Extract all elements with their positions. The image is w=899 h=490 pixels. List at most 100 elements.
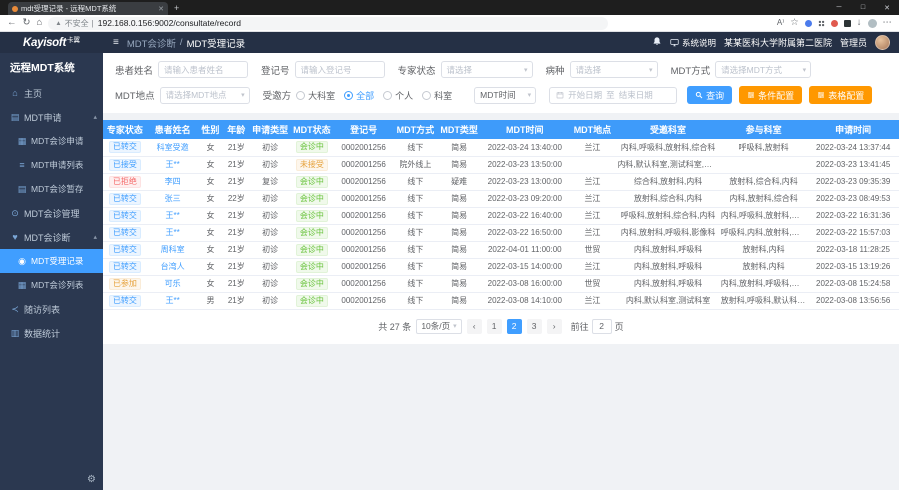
date-range-picker[interactable]: 开始日期 至 结束日期: [549, 87, 677, 104]
cell-invited-depts: 内科,放射科,呼吸科: [616, 241, 719, 258]
downloads-icon[interactable]: ↓: [857, 18, 862, 28]
search-button[interactable]: 查询: [687, 86, 732, 104]
browser-titlebar: mdt受理记录 - 远程MDT系统 ✕ + ─ □ ✕: [0, 0, 899, 15]
extension-icon[interactable]: [844, 20, 851, 27]
main-content: 患者姓名 登记号 专家状态 请选择 ▾: [103, 53, 899, 490]
radio-option[interactable]: 科室: [422, 89, 452, 102]
window-maximize-button[interactable]: □: [851, 0, 875, 15]
sidebar-item[interactable]: ▦MDT会诊列表: [0, 273, 103, 297]
extension-icon[interactable]: [831, 20, 838, 27]
table-row[interactable]: 已转交张三女22岁初诊会诊中0002001256线下简易2022-03-23 0…: [103, 190, 899, 207]
cell-mdt-time: 2022-03-15 14:00:00: [481, 258, 569, 275]
table-row[interactable]: 已转交台湾人女21岁初诊会诊中0002001256线下简易2022-03-15 …: [103, 258, 899, 275]
breadcrumb-parent: MDT会诊断: [127, 36, 176, 50]
radio-option[interactable]: 个人: [383, 89, 413, 102]
sidebar-item[interactable]: ▦MDT会诊申请: [0, 129, 103, 153]
radio-option[interactable]: 全部: [344, 89, 374, 102]
patient-name-link[interactable]: 王**: [166, 211, 180, 220]
condition-config-button[interactable]: 条件配置: [739, 86, 802, 104]
cell-reg-no: 0002001256: [334, 275, 394, 292]
patient-name-link[interactable]: 王**: [166, 296, 180, 305]
table-row[interactable]: 已转交王**女21岁初诊会诊中0002001256线下简易2022-03-22 …: [103, 207, 899, 224]
patient-name-link[interactable]: 台湾人: [161, 262, 185, 271]
patient-name-link[interactable]: 李四: [165, 177, 181, 186]
cell-mdt-mode: 线下: [393, 190, 437, 207]
patient-name-link[interactable]: 周科室: [161, 245, 185, 254]
new-tab-button[interactable]: +: [174, 2, 179, 15]
table-config-button[interactable]: 表格配置: [809, 86, 872, 104]
patient-name-link[interactable]: 张三: [165, 194, 181, 203]
extension-grid-icon[interactable]: [818, 20, 825, 27]
sidebar-fold-icon[interactable]: ≡: [113, 37, 119, 48]
browser-profile-avatar[interactable]: [868, 19, 877, 28]
page-button-2[interactable]: 2: [507, 319, 522, 334]
table-row[interactable]: 已接受王**女21岁初诊未接受0002001256院外线上简易2022-03-2…: [103, 156, 899, 173]
pagination-total: 共 27 条: [378, 320, 411, 333]
table-row[interactable]: 已转交王**女21岁初诊会诊中0002001256线下简易2022-03-22 …: [103, 224, 899, 241]
browser-tab[interactable]: mdt受理记录 - 远程MDT系统 ✕: [8, 2, 168, 15]
patient-name-link[interactable]: 王**: [166, 228, 180, 237]
sidebar-item[interactable]: ◉MDT受理记录: [0, 249, 103, 273]
read-aloud-icon[interactable]: A⁾: [777, 19, 784, 27]
cell-expert-status: 已转交: [103, 241, 147, 258]
table-row[interactable]: 已转交周科室女21岁初诊会诊中0002001256线下简易2022-04-01 …: [103, 241, 899, 258]
table-row[interactable]: 已拒绝李四女21岁复诊会诊中0002001256线下疑难2022-03-23 1…: [103, 173, 899, 190]
page-button-1[interactable]: 1: [487, 319, 502, 334]
sidebar-item[interactable]: ▥数据统计: [0, 321, 103, 345]
sidebar-item[interactable]: ≺随访列表: [0, 297, 103, 321]
mdt-mode-select[interactable]: 请选择MDT方式 ▾: [715, 61, 811, 78]
cell-invited-depts: 内科,默认科室,测试科室: [616, 292, 719, 309]
radio-option[interactable]: 大科室: [296, 89, 335, 102]
browser-home-icon[interactable]: ⌂: [36, 18, 42, 28]
extension-icon[interactable]: [805, 20, 812, 27]
refresh-icon[interactable]: ↻: [23, 18, 31, 28]
window-close-button[interactable]: ✕: [875, 0, 899, 15]
page-button-3[interactable]: 3: [527, 319, 542, 334]
patient-name-link[interactable]: 可乐: [165, 279, 181, 288]
back-icon[interactable]: ←: [7, 18, 17, 28]
sidebar-item[interactable]: ⌂主页: [0, 81, 103, 105]
column-header: MDT时间: [481, 120, 569, 139]
cell-invited-depts: 内科,放射科,呼吸科: [616, 275, 719, 292]
system-help-link[interactable]: 系统说明: [670, 37, 716, 49]
invited-party-options: 大科室全部个人科室: [296, 89, 461, 102]
table-row[interactable]: 已转交王**男21岁初诊会诊中0002001256线下简易2022-03-08 …: [103, 292, 899, 309]
mdt-place-select[interactable]: 请选择MDT地点 ▾: [160, 87, 250, 104]
table-row[interactable]: 已参加可乐女21岁初诊会诊中0002001256线下简易2022-03-08 1…: [103, 275, 899, 292]
column-header: 申请时间: [807, 120, 899, 139]
time-field-select[interactable]: MDT时间 ▾: [474, 87, 536, 104]
patient-name-link[interactable]: 王**: [166, 160, 180, 169]
expert-status-select[interactable]: 请选择 ▾: [441, 61, 533, 78]
column-header: MDT方式: [393, 120, 437, 139]
settings-gear-icon[interactable]: ⚙: [87, 474, 96, 485]
cell-apply-time: 2022-03-08 13:56:56: [807, 292, 899, 309]
user-avatar[interactable]: [875, 35, 890, 50]
patient-name-link[interactable]: 科室受邀: [157, 143, 189, 152]
sidebar-item[interactable]: ⊙MDT会诊管理: [0, 201, 103, 225]
tab-close-icon[interactable]: ✕: [158, 5, 164, 13]
table-row[interactable]: 已转交科室受邀女21岁初诊会诊中0002001256线下简易2022-03-24…: [103, 139, 899, 156]
cell-invited-depts: 内科,呼吸科,放射科,综合科: [616, 139, 719, 156]
url-bar[interactable]: ▲ 不安全 | 192.168.0.156:9002/consultate/re…: [48, 17, 608, 30]
pagination-goto: 前往 页: [571, 319, 624, 334]
sidebar-item[interactable]: ≡MDT申请列表: [0, 153, 103, 177]
goto-page-input[interactable]: [592, 319, 612, 334]
disease-select[interactable]: 请选择 ▾: [570, 61, 658, 78]
patient-name-input[interactable]: [158, 61, 248, 78]
browser-menu-icon[interactable]: ⋯: [883, 18, 893, 28]
sidebar-item[interactable]: ♥MDT会诊断▴: [0, 225, 103, 249]
cell-joined-depts: 内科,呼吸科,放射科,综合科: [720, 207, 808, 224]
sidebar-item[interactable]: ▤MDT申请▴: [0, 105, 103, 129]
cell-mdt-mode: 线下: [393, 173, 437, 190]
favorite-star-icon[interactable]: ☆: [790, 18, 799, 28]
reg-no-input[interactable]: [295, 61, 385, 78]
column-header: 性别: [199, 120, 223, 139]
page-size-select[interactable]: 10条/页 ▾: [416, 319, 461, 334]
sidebar-item[interactable]: ▤MDT会诊暂存: [0, 177, 103, 201]
cell-mdt-status: 会诊中: [290, 224, 334, 241]
notification-bell-icon[interactable]: [652, 34, 662, 52]
pagination-prev-button[interactable]: ‹: [467, 319, 482, 334]
window-minimize-button[interactable]: ─: [827, 0, 851, 15]
cell-mdt-mode: 线下: [393, 258, 437, 275]
pagination-next-button[interactable]: ›: [547, 319, 562, 334]
